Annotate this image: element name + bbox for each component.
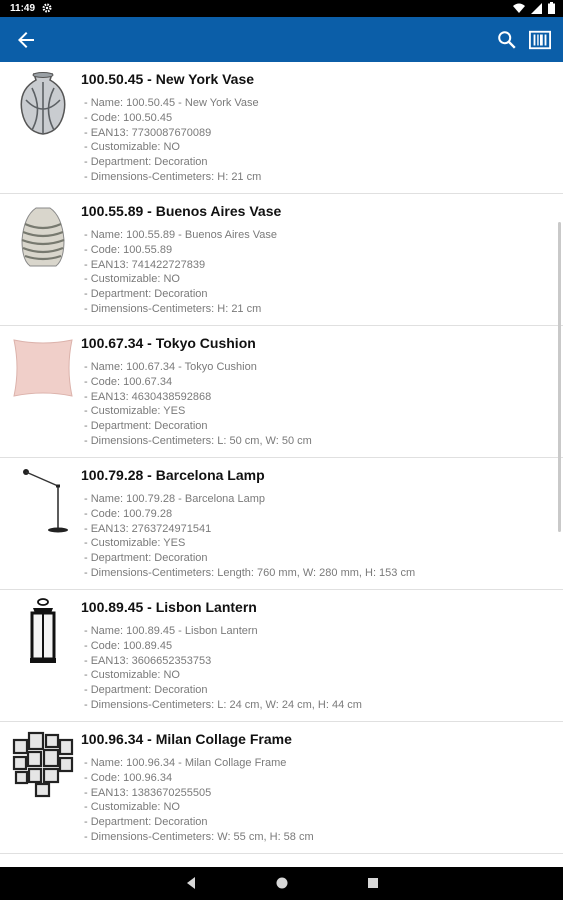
status-bar: 11:49 xyxy=(0,0,563,17)
item-department-line: - Department: Decoration xyxy=(84,288,208,301)
item-code-line: - Code: 100.55.89 xyxy=(84,243,173,256)
nav-back-icon[interactable] xyxy=(184,876,198,890)
product-list[interactable]: 100.50.45 - New York Vase - Name: 100.50… xyxy=(0,62,563,867)
item-name-line: - Name: 100.55.89 - Buenos Aires Vase xyxy=(84,229,278,241)
item-title: 100.79.28 - Barcelona Lamp xyxy=(81,467,265,483)
product-list-item[interactable]: 100.67.34 - Tokyo Cushion - Name: 100.67… xyxy=(0,326,563,458)
item-code-line: - Code: 100.67.34 xyxy=(84,375,173,388)
back-arrow-icon[interactable] xyxy=(14,28,38,52)
striped-vase-icon xyxy=(21,207,65,267)
item-title: 100.50.45 - New York Vase xyxy=(81,71,255,87)
vase-icon xyxy=(20,72,66,135)
status-time: 11:49 xyxy=(10,3,36,14)
cell-signal-icon xyxy=(531,2,542,14)
item-ean13-line: - EAN13: 741422727839 xyxy=(84,258,206,271)
item-details: - Name: 100.55.89 - Buenos Aires Vase - … xyxy=(84,228,277,317)
item-code-line: - Code: 100.96.34 xyxy=(84,771,173,784)
item-code-line: - Code: 100.50.45 xyxy=(84,111,173,124)
item-details: - Name: 100.67.34 - Tokyo Cushion - Code… xyxy=(84,360,312,449)
product-list-item[interactable]: 100.55.89 - Buenos Aires Vase - Name: 10… xyxy=(0,194,563,326)
item-customizable-line: - Customizable: NO xyxy=(84,669,180,682)
item-title: 100.55.89 - Buenos Aires Vase xyxy=(81,203,282,219)
system-nav-bar xyxy=(0,867,563,900)
item-ean13-line: - EAN13: 2763724971541 xyxy=(84,522,212,535)
scrollbar-thumb[interactable] xyxy=(558,222,561,532)
item-ean13-line: - EAN13: 3606652353753 xyxy=(84,654,212,667)
item-code-line: - Code: 100.79.28 xyxy=(84,507,173,520)
item-department-line: - Department: Decoration xyxy=(84,156,208,169)
product-list-item[interactable]: 100.79.28 - Barcelona Lamp - Name: 100.7… xyxy=(0,458,563,590)
item-customizable-line: - Customizable: NO xyxy=(84,801,180,814)
item-department-line: - Department: Decoration xyxy=(84,420,208,433)
item-department-line: - Department: Decoration xyxy=(84,684,208,697)
item-title: 100.89.45 - Lisbon Lantern xyxy=(81,599,257,615)
nav-home-icon[interactable] xyxy=(275,876,289,890)
item-name-line: - Name: 100.50.45 - New York Vase xyxy=(84,97,259,109)
item-department-line: - Department: Decoration xyxy=(84,552,208,565)
item-dimensions-line: - Dimensions-Centimeters: L: 24 cm, W: 2… xyxy=(84,698,362,711)
item-name-line: - Name: 100.89.45 - Lisbon Lantern xyxy=(84,625,258,637)
lantern-icon xyxy=(30,598,56,663)
item-details: - Name: 100.79.28 - Barcelona Lamp - Cod… xyxy=(84,492,415,581)
item-dimensions-line: - Dimensions-Centimeters: Length: 760 mm… xyxy=(84,566,416,579)
settings-gear-icon xyxy=(42,3,52,13)
item-details: - Name: 100.96.34 - Milan Collage Frame … xyxy=(84,756,314,845)
battery-icon xyxy=(548,2,555,14)
item-department-line: - Department: Decoration xyxy=(84,816,208,829)
item-name-line: - Name: 100.96.34 - Milan Collage Frame xyxy=(84,757,287,769)
item-dimensions-line: - Dimensions-Centimeters: W: 55 cm, H: 5… xyxy=(84,830,314,843)
item-title: 100.67.34 - Tokyo Cushion xyxy=(81,335,256,351)
barcode-scan-icon[interactable] xyxy=(529,29,551,51)
item-details: - Name: 100.89.45 - Lisbon Lantern - Cod… xyxy=(84,624,362,713)
floor-lamp-icon xyxy=(23,469,68,533)
item-dimensions-line: - Dimensions-Centimeters: L: 50 cm, W: 5… xyxy=(84,434,312,447)
cushion-icon xyxy=(13,339,73,397)
item-customizable-line: - Customizable: NO xyxy=(84,273,180,286)
product-list-item[interactable]: 100.50.45 - New York Vase - Name: 100.50… xyxy=(0,62,563,194)
item-title: 100.96.34 - Milan Collage Frame xyxy=(81,731,292,747)
item-ean13-line: - EAN13: 4630438592868 xyxy=(84,390,212,403)
nav-recents-icon[interactable] xyxy=(366,876,380,890)
item-name-line: - Name: 100.79.28 - Barcelona Lamp xyxy=(84,493,265,505)
wifi-icon xyxy=(513,3,525,13)
item-customizable-line: - Customizable: YES xyxy=(84,405,186,418)
item-ean13-line: - EAN13: 7730087670089 xyxy=(84,126,212,139)
item-ean13-line: - EAN13: 1383670255505 xyxy=(84,786,212,799)
item-code-line: - Code: 100.89.45 xyxy=(84,639,173,652)
item-customizable-line: - Customizable: NO xyxy=(84,141,180,154)
item-dimensions-line: - Dimensions-Centimeters: H: 21 cm xyxy=(84,170,262,183)
app-bar xyxy=(0,17,563,62)
product-list-item[interactable]: 100.89.45 - Lisbon Lantern - Name: 100.8… xyxy=(0,590,563,722)
item-dimensions-line: - Dimensions-Centimeters: H: 21 cm xyxy=(84,302,262,315)
item-name-line: - Name: 100.67.34 - Tokyo Cushion xyxy=(84,361,257,373)
product-list-item[interactable]: 100.96.34 - Milan Collage Frame - Name: … xyxy=(0,722,563,854)
collage-frame-icon xyxy=(12,731,74,798)
item-details: - Name: 100.50.45 - New York Vase - Code… xyxy=(84,96,261,185)
item-customizable-line: - Customizable: YES xyxy=(84,537,186,550)
search-icon[interactable] xyxy=(496,29,518,51)
